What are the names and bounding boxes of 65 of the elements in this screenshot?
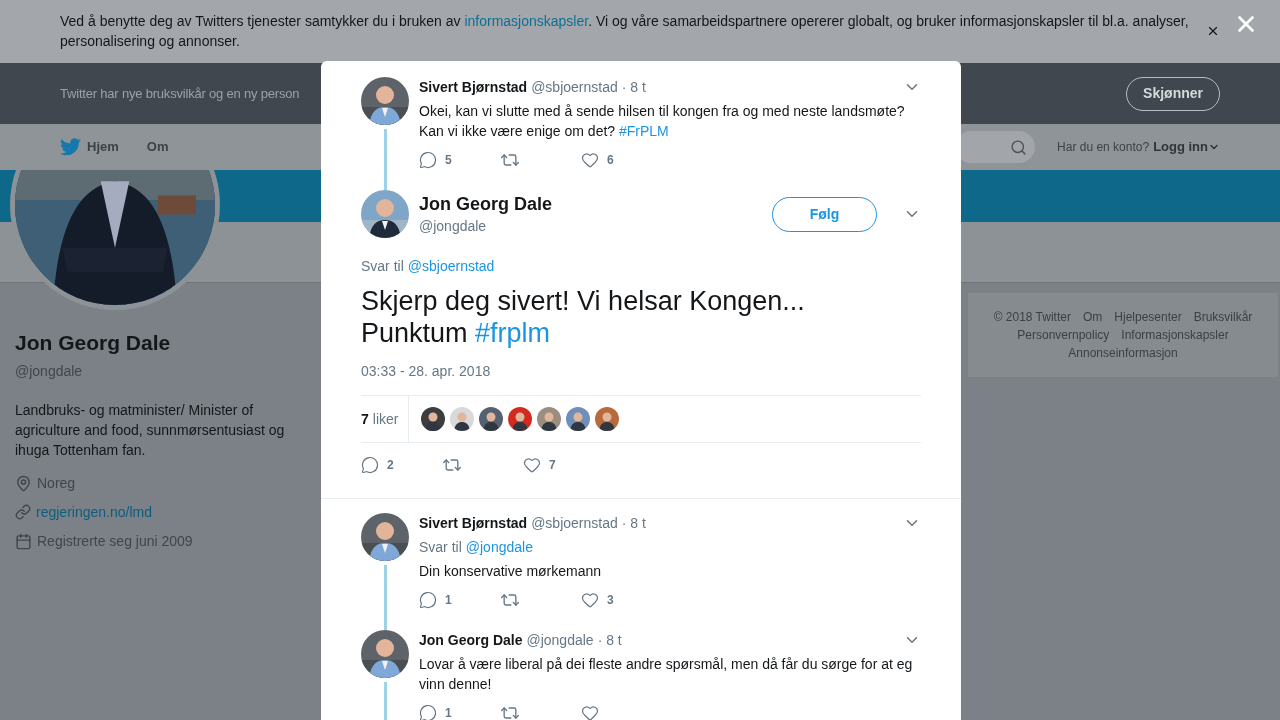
nav-link[interactable]: Hjem [60,137,119,157]
like-icon[interactable] [581,151,599,169]
footer-link[interactable]: © 2018 Twitter [993,308,1071,326]
footer-link[interactable]: Bruksvilkår [1193,308,1253,326]
footer-link[interactable]: Annonseinformasjon [1068,344,1178,362]
tweet-timestamp: 03:33 - 28. apr. 2018 [361,362,492,381]
reply-icon[interactable] [419,704,437,720]
reply-count: 1 [445,705,452,720]
footer-link[interactable]: Personvernpolicy [1017,326,1110,344]
footer-link[interactable]: Om [1082,308,1103,326]
link-icon [15,504,31,520]
like-count: 3 [607,592,614,609]
hashtag-link[interactable]: #frplm [475,318,551,348]
search-icon [1010,138,1028,156]
profile-handle: @jongdale [15,361,84,381]
like-icon[interactable] [581,704,599,720]
author-handle: @sbjoernstad [531,78,618,97]
reply-icon[interactable] [361,456,379,474]
reply-icon[interactable] [419,591,437,609]
tweet-text: Skjerp deg sivert! Vi helsar Kongen... Punktum #frplm [361,285,806,349]
reply-count: 5 [445,152,452,169]
reply-label: Svar til [361,257,404,276]
reply-icon[interactable] [419,151,437,169]
author-name: Sivert Bjørnstad [419,78,528,97]
author-handle: @jongdale [419,216,488,236]
website-link[interactable]: regjeringen.no/lmd [36,501,152,523]
profile-bio: Landbruks- og matminister/ Minister of agriculture and food, sunnmørsentusiast og ihuga Tottenham fan. [15,400,286,460]
tweet-time: · 8 t [621,78,646,97]
mention-link[interactable]: @sbjoernstad [407,256,495,277]
calendar-icon [15,532,32,550]
author-name: Sivert Bjørnstad [419,514,528,533]
like-icon[interactable] [581,591,599,609]
like-count: 6 [607,152,614,169]
reply-label: Svar til [419,538,462,557]
like-icon[interactable] [523,456,541,474]
tweet-text: Okei, kan vi slutte med å sende hilsen til kongen fra og med neste landsmøte? Kan vi ikke være enige om det? #FrPLM [419,102,906,141]
author-handle: @sbjoernstad [531,514,618,533]
close-icon[interactable] [1206,24,1220,38]
account-prompt: Har du en konto? [1057,139,1150,156]
tweet-text: Din konservative mørkemann [419,562,603,581]
like-count: 7 [549,457,556,474]
like-total: 7 [361,409,369,429]
like-label: liker [372,409,399,429]
author-name: Jon Georg Dale [419,631,523,650]
tweet-time: · 8 t [621,514,646,533]
tweet-text: Lovar å være liberal på dei fleste andre spørsmål, men då får du sørge for at eg vinn denne! [419,655,914,694]
footer-link[interactable]: Hjelpesenter [1114,308,1182,326]
cookie-link[interactable]: informasjonskapsler [464,13,589,29]
profile-location: Noreg [37,473,76,493]
author-name: Jon Georg Dale [419,192,553,216]
author-handle: @jongdale [526,631,594,650]
footer-link[interactable]: Informasjonskapsler [1121,326,1229,344]
profile-name: Jon Georg Dale [15,330,172,356]
tweet-time: · 8 t [597,631,622,650]
location-icon [15,474,32,492]
reply-count: 2 [387,457,394,474]
nav-link[interactable]: Om [146,137,169,157]
hashtag-link[interactable]: #FrPLM [619,123,669,139]
login-menu[interactable]: Logg inn [1153,137,1220,157]
profile-joined: Registrerte seg juni 2009 [37,531,193,551]
bird-icon [60,138,81,156]
notice-text: Twitter har nye bruksvilkår og en ny person [60,84,300,103]
cookie-notice: Ved å benytte deg av Twitters tjenester samtykker du i bruken av informasjonskapsler. Vi og våre samarbeidspartnere opererer globalt, og bruker informasjonskapsler til bl.a. analyser, personalisering og annonser. [60,12,1190,51]
mention-link[interactable]: @jongdale [465,537,533,557]
reply-count: 1 [445,592,452,609]
